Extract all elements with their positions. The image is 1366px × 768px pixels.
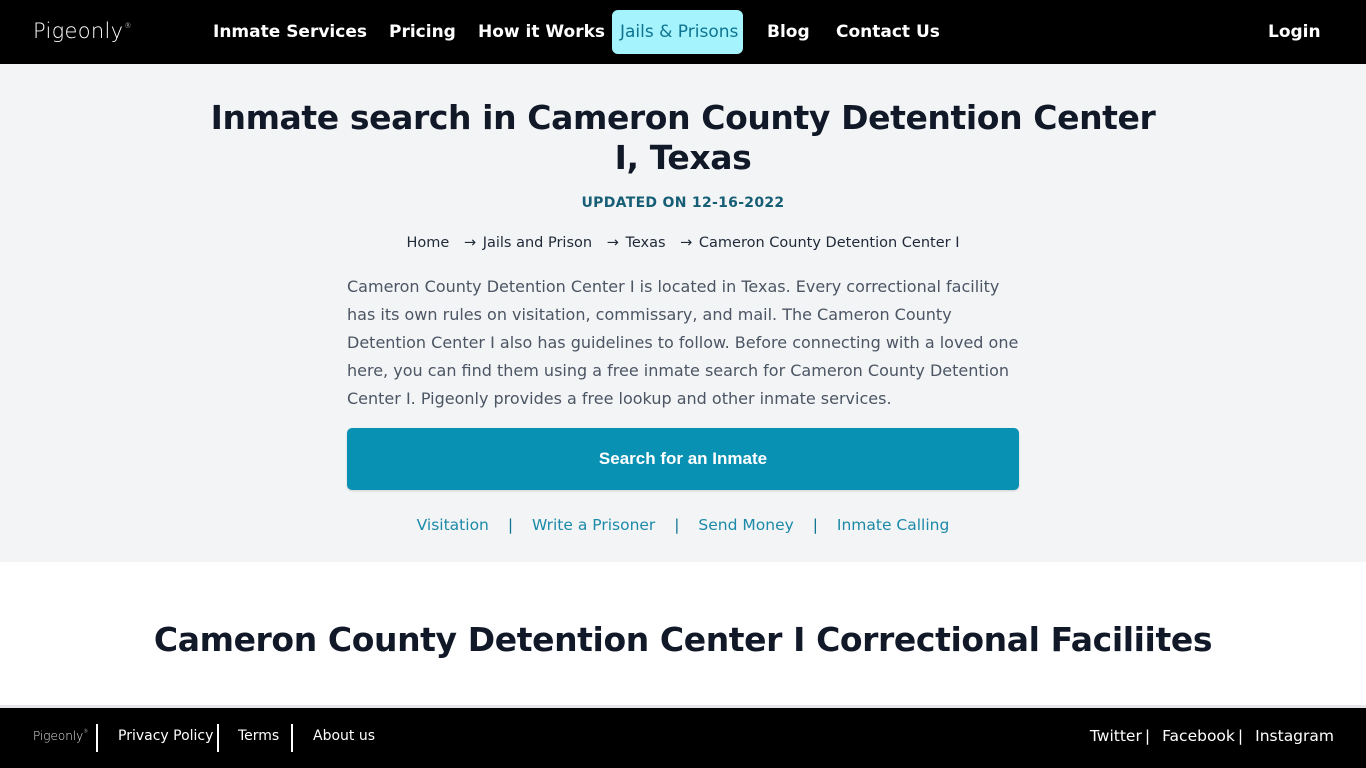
hero-section: Inmate search in Cameron County Detentio… bbox=[0, 64, 1366, 562]
social-separator: | bbox=[1144, 727, 1151, 745]
breadcrumb-facility[interactable]: Cameron County Detention Center I bbox=[699, 235, 960, 251]
visitation-link[interactable]: Visitation bbox=[417, 516, 489, 534]
arrow-right-icon: → bbox=[463, 235, 477, 251]
link-separator: | bbox=[812, 516, 818, 534]
social-separator: | bbox=[1237, 727, 1244, 745]
arrow-right-icon: → bbox=[680, 235, 693, 251]
breadcrumb-home[interactable]: Home bbox=[407, 235, 450, 251]
link-separator: | bbox=[674, 516, 680, 534]
footer-logo-text: Pigeonly bbox=[33, 729, 84, 743]
footer-logo[interactable]: Pigeonly® bbox=[33, 729, 88, 743]
footer-divider bbox=[291, 724, 293, 752]
footer-divider bbox=[217, 724, 219, 752]
instagram-link[interactable]: Instagram bbox=[1255, 727, 1334, 745]
updated-date: UPDATED ON 12-16-2022 bbox=[581, 195, 785, 211]
arrow-right-icon: → bbox=[606, 235, 619, 251]
nav-how-it-works[interactable]: How it Works bbox=[478, 10, 605, 54]
footer: Pigeonly® Privacy Policy Terms About us … bbox=[0, 708, 1366, 768]
privacy-policy-link[interactable]: Privacy Policy bbox=[118, 728, 213, 744]
write-prisoner-link[interactable]: Write a Prisoner bbox=[532, 516, 655, 534]
nav-inmate-services[interactable]: Inmate Services bbox=[213, 10, 367, 54]
facilities-section-title: Cameron County Detention Center I Correc… bbox=[153, 620, 1213, 659]
twitter-link[interactable]: Twitter bbox=[1090, 727, 1142, 745]
nav-blog[interactable]: Blog bbox=[767, 10, 810, 54]
pigeonly-logo[interactable]: Pigeonly® bbox=[33, 19, 132, 43]
registered-mark: ® bbox=[83, 729, 89, 735]
about-us-link[interactable]: About us bbox=[313, 728, 375, 744]
facility-description: Cameron County Detention Center I is loc… bbox=[347, 277, 1019, 408]
breadcrumb: Home → Jails and Prison → Texas → Camero… bbox=[0, 235, 1366, 251]
registered-mark: ® bbox=[124, 22, 132, 30]
footer-divider bbox=[96, 724, 98, 752]
nav-contact-us[interactable]: Contact Us bbox=[836, 10, 940, 54]
facebook-link[interactable]: Facebook bbox=[1162, 727, 1235, 745]
breadcrumb-texas[interactable]: Texas bbox=[625, 235, 665, 251]
breadcrumb-jails-and-prison[interactable]: Jails and Prison bbox=[483, 235, 592, 251]
search-inmate-button[interactable]: Search for an Inmate bbox=[347, 428, 1019, 490]
link-separator: | bbox=[507, 516, 514, 534]
service-links: Visitation | Write a Prisoner | Send Mon… bbox=[0, 516, 1366, 534]
top-navigation: Pigeonly® Inmate Services Pricing How it… bbox=[0, 0, 1366, 64]
nav-pricing[interactable]: Pricing bbox=[389, 10, 456, 54]
page-title: Inmate search in Cameron County Detentio… bbox=[210, 98, 1156, 177]
send-money-link[interactable]: Send Money bbox=[698, 516, 793, 534]
nav-jails-prisons[interactable]: Jails & Prisons bbox=[612, 10, 743, 54]
social-links: Twitter | Facebook | Instagram bbox=[1090, 727, 1334, 745]
login-link[interactable]: Login bbox=[1268, 10, 1321, 54]
logo-text: Pigeonly bbox=[33, 19, 124, 43]
terms-link[interactable]: Terms bbox=[238, 728, 279, 744]
inmate-calling-link[interactable]: Inmate Calling bbox=[837, 516, 949, 534]
